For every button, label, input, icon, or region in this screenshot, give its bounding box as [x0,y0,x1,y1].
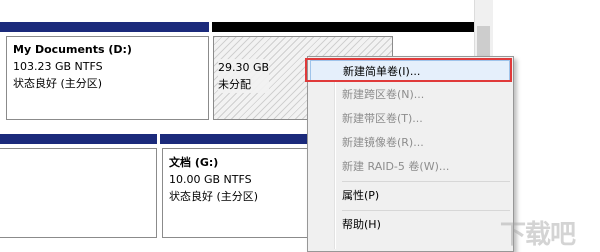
menu-new-mirrored-volume[interactable]: 新建镜像卷(R)... [310,132,510,154]
watermark-logo: 下载吧 [500,220,576,250]
volume-d-header [6,22,209,32]
context-menu: 新建简单卷(I)... 新建跨区卷(N)... 新建带区卷(T)... 新建镜像… [307,56,514,252]
unallocated-header [212,22,474,32]
unallocated-size: 29.30 GB [218,61,270,74]
volume-d-size: 103.23 GB NTFS [13,60,103,73]
unallocated-status: 未分配 [218,78,251,91]
left-partition[interactable] [0,148,157,238]
scrollbar-thumb[interactable] [477,26,490,60]
bottom-strip-left [0,134,157,144]
volume-g-size: 10.00 GB NTFS [169,173,252,186]
menu-new-raid5-volume[interactable]: 新建 RAID-5 卷(W)... [310,156,510,178]
volume-g-name: 文档 (G:) [169,156,219,169]
menu-new-striped-volume[interactable]: 新建带区卷(T)... [310,108,510,130]
volume-d-status: 状态良好 (主分区) [13,77,103,90]
menu-properties[interactable]: 属性(P) [310,185,510,207]
volume-d-partition[interactable]: My Documents (D:) 103.23 GB NTFS 状态良好 (主… [6,36,209,120]
menu-new-spanned-volume[interactable]: 新建跨区卷(N)... [310,84,510,106]
menu-new-simple-volume[interactable]: 新建简单卷(I)... [310,60,510,82]
menu-separator [342,210,510,211]
menu-help[interactable]: 帮助(H) [310,214,510,236]
menu-separator [342,181,510,182]
volume-g-partition[interactable]: 文档 (G:) 10.00 GB NTFS 状态良好 (主分区) [162,148,312,238]
volume-g-status: 状态良好 (主分区) [169,190,259,203]
volume-d-name: My Documents (D:) [13,43,132,56]
